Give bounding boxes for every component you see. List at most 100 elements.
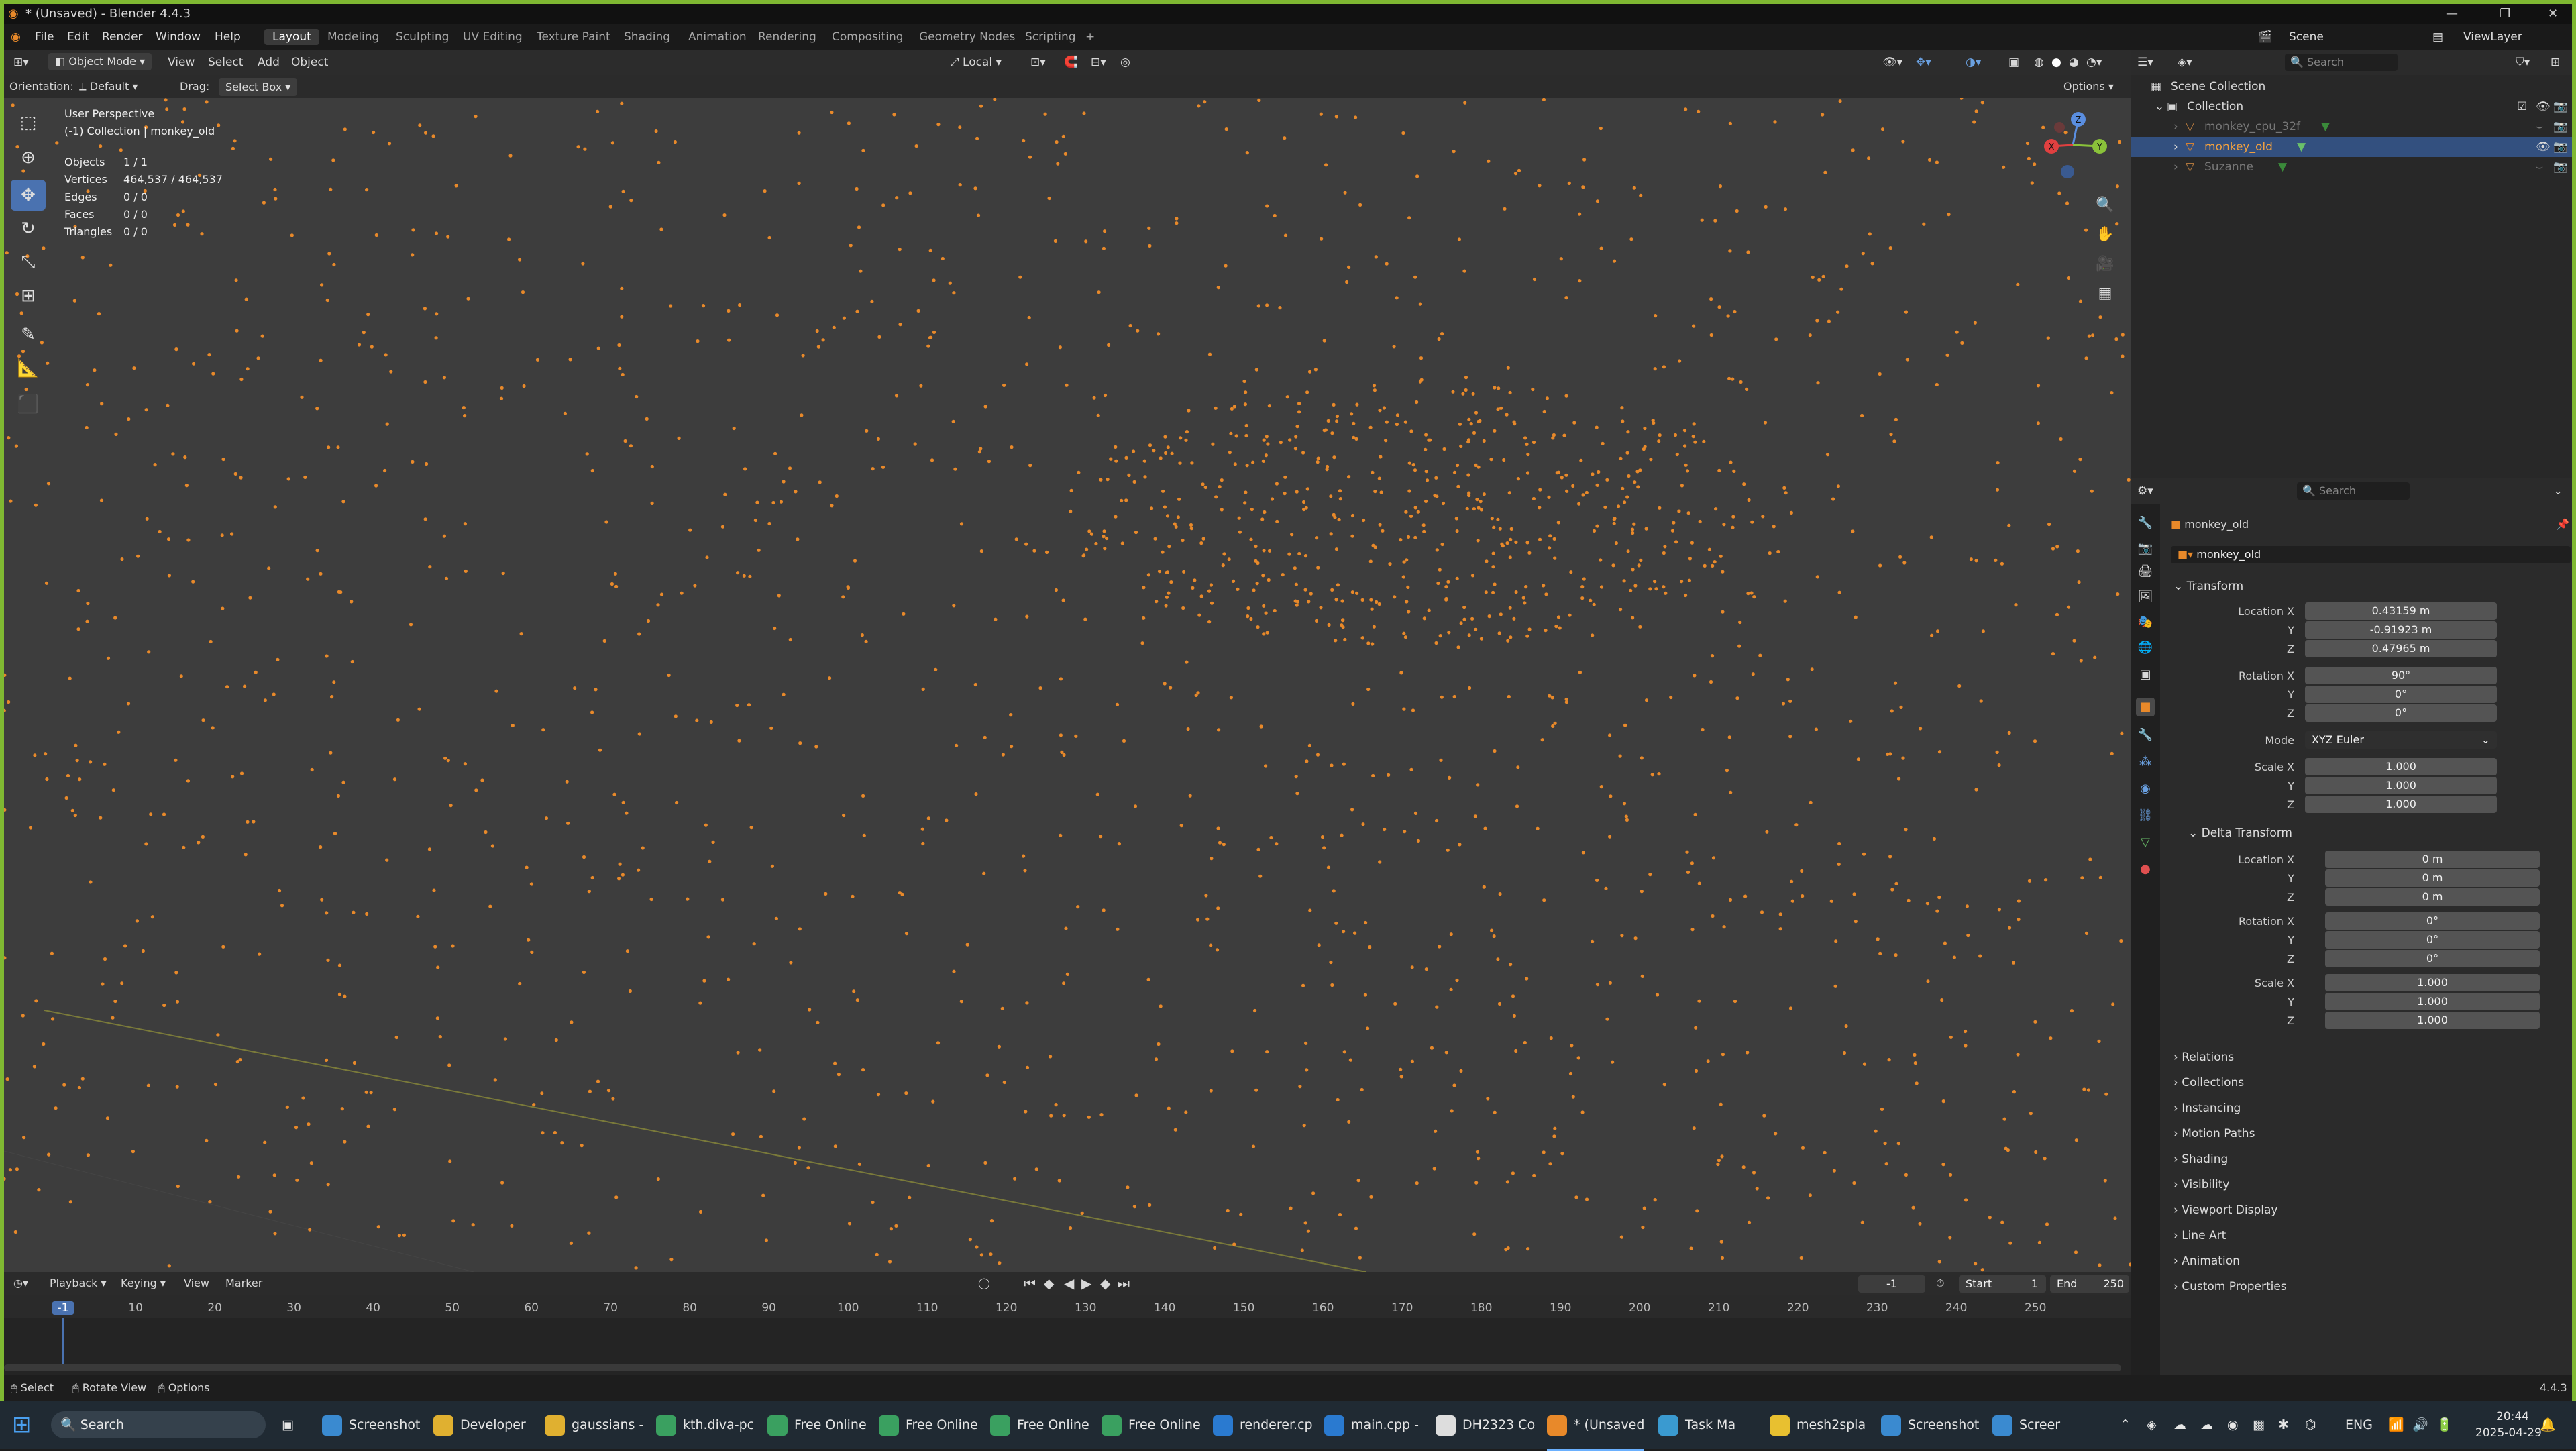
new-collection-icon[interactable]: ⊞ [2551,50,2560,75]
particles-tab-icon[interactable]: ⁂ [2136,753,2155,771]
render-tab-icon[interactable]: 📷 [2136,539,2155,558]
scale-x-field[interactable]: 1.000 [2305,758,2497,775]
outliner-collection[interactable]: ⌄ ▣ Collection ☑ 👁 📷 [2131,97,2572,117]
menu-render[interactable]: Render [102,24,143,50]
jump-start-icon[interactable]: ⏮ [1024,1272,1036,1295]
menu-window[interactable]: Window [156,24,201,50]
taskbar-app[interactable]: gaussians - [545,1401,643,1449]
location-y-field[interactable]: -0.91923 m [2305,621,2497,639]
timeline-editor-icon[interactable]: ◷▾ [13,1272,28,1295]
tab-modeling[interactable]: Modeling [319,29,387,45]
world-tab-icon[interactable]: 🌐 [2136,639,2155,657]
material-tab-icon[interactable]: ● [2136,860,2155,879]
taskbar-app[interactable]: DH2323 Co [1436,1401,1535,1449]
exclude-checkbox[interactable]: ☑ [2517,97,2527,117]
viewport-menu-add[interactable]: Add [258,50,280,75]
delta-location-y-field[interactable]: 0 m [2325,869,2540,887]
tab-uv-editing[interactable]: UV Editing [455,29,531,45]
timeline-menu-marker[interactable]: Marker [225,1272,262,1295]
location-x-field[interactable]: 0.43159 m [2305,602,2497,620]
battery-icon[interactable]: 🔋 [2436,1401,2453,1449]
delta-scale-y-field[interactable]: 1.000 [2325,993,2540,1010]
tab-scripting[interactable]: Scripting [1017,29,1084,45]
task-view-icon[interactable]: ▣ [282,1401,294,1449]
scene-icon[interactable]: 🎬 [2258,24,2272,50]
notification-icon[interactable]: 🔔 [2540,1401,2556,1449]
taskbar-app[interactable]: kth.diva-pc [656,1401,754,1449]
viewport-display-section[interactable]: › Viewport Display [2174,1203,2277,1217]
annotate-tool-icon[interactable]: ✎ [11,319,46,350]
editor-type-icon[interactable]: ⊞▾ [13,50,29,75]
delta-scale-x-field[interactable]: 1.000 [2325,974,2540,991]
drag-dropdown[interactable]: Select Box ▾ [219,78,298,96]
pin-icon[interactable]: 📌 [2556,518,2569,531]
play-icon[interactable]: ▶ [1081,1272,1091,1295]
view-layer-tab-icon[interactable]: 🖼 [2136,588,2155,606]
tray-bluetooth-icon[interactable]: ✱ [2278,1401,2289,1449]
hidden-eye-icon[interactable]: ⌣ [2536,117,2543,137]
delta-rotation-y-field[interactable]: 0° [2325,931,2540,949]
transform-tool-icon[interactable]: ⊞ [11,280,46,311]
visibility-section[interactable]: › Visibility [2174,1178,2229,1191]
viewlayer-name[interactable]: ViewLayer [2463,24,2522,50]
properties-editor-icon[interactable]: ⚙▾ [2137,478,2153,504]
viewlayer-icon[interactable]: ▤ [2432,24,2443,50]
rotation-z-field[interactable]: 0° [2305,704,2497,722]
tab-geometry-nodes[interactable]: Geometry Nodes [911,29,1023,45]
rotation-x-field[interactable]: 90° [2305,667,2497,684]
rotation-y-field[interactable]: 0° [2305,686,2497,703]
outliner-scene-collection[interactable]: ▦ Scene Collection [2131,76,2572,97]
add-workspace-button[interactable]: + [1077,29,1103,45]
gizmo-neg-x-axis[interactable] [2054,122,2065,133]
taskbar-app[interactable]: Task Ma [1658,1401,1735,1449]
properties-options-icon[interactable]: ⌄ [2553,478,2563,504]
timeline-menu-keying[interactable]: Keying ▾ [121,1272,166,1295]
pan-hand-icon[interactable]: ✋ [2092,221,2118,248]
expand-chevron-icon[interactable]: › [2174,137,2178,157]
overlay-toggle-icon[interactable]: ◑▾ [1966,50,1981,75]
data-tab-icon[interactable]: ▽ [2136,833,2155,852]
gizmo-neg-z-axis[interactable] [2061,165,2074,178]
tray-app2-icon[interactable]: ▩ [2253,1401,2265,1449]
relations-section[interactable]: › Relations [2174,1051,2234,1064]
language-indicator[interactable]: ENG [2345,1401,2373,1449]
volume-icon[interactable]: 🔊 [2412,1401,2428,1449]
line-art-section[interactable]: › Line Art [2174,1229,2226,1242]
visibility-eye-icon[interactable]: 👁 [2536,137,2551,157]
render-camera-icon[interactable]: 📷 [2553,137,2567,157]
render-camera-icon[interactable]: 📷 [2553,157,2567,177]
playhead-line[interactable] [62,1318,64,1368]
start-frame-field[interactable]: Start 1 [1959,1275,2046,1293]
clock[interactable]: 20:44 2025-04-29 [2475,1409,2542,1441]
transform-space-dropdown[interactable]: ⤢ Local ▾ [950,50,1002,75]
outliner-object-row[interactable]: › ▽ Suzanne ▼ ⌣ 📷 [2131,157,2572,177]
instancing-section[interactable]: › Instancing [2174,1101,2241,1115]
tray-network-icon[interactable]: ⌬ [2305,1401,2316,1449]
tab-compositing[interactable]: Compositing [824,29,912,45]
viewport-menu-object[interactable]: Object [291,50,328,75]
constraints-tab-icon[interactable]: ⛓ [2136,806,2155,825]
object-tab-icon[interactable]: ■ [2136,698,2155,716]
display-mode-icon[interactable]: ◈▾ [2178,50,2192,75]
taskbar-app[interactable]: Developer [433,1401,526,1449]
measure-tool-icon[interactable]: 📐 [11,353,46,384]
proportional-edit-icon[interactable]: ◎ [1120,50,1130,75]
tab-layout[interactable]: Layout [264,29,319,45]
modifier-tab-icon[interactable]: 🔧 [2136,726,2155,745]
expand-chevron-icon[interactable]: › [2174,117,2178,137]
maximize-icon[interactable]: ❐ [2500,4,2510,24]
taskbar-search[interactable]: 🔍 Search [51,1411,266,1438]
record-icon[interactable]: ◯ [978,1272,990,1295]
location-z-field[interactable]: 0.47965 m [2305,640,2497,657]
tab-rendering[interactable]: Rendering [750,29,824,45]
tray-app-icon[interactable]: ◈ [2147,1401,2157,1449]
tray-onedrive-icon[interactable]: ☁ [2200,1401,2213,1449]
shading-wireframe-icon[interactable]: ◍ [2034,50,2044,75]
prev-keyframe-icon[interactable]: ◆ [1044,1272,1054,1295]
visibility-icon[interactable]: 👁▾ [1882,50,1902,75]
timeline-scrollbar[interactable] [4,1364,2121,1371]
render-camera-icon[interactable]: 📷 [2553,117,2567,137]
delta-location-x-field[interactable]: 0 m [2325,851,2540,868]
tab-texture-paint[interactable]: Texture Paint [529,29,619,45]
rotate-tool-icon[interactable]: ↻ [11,213,46,244]
